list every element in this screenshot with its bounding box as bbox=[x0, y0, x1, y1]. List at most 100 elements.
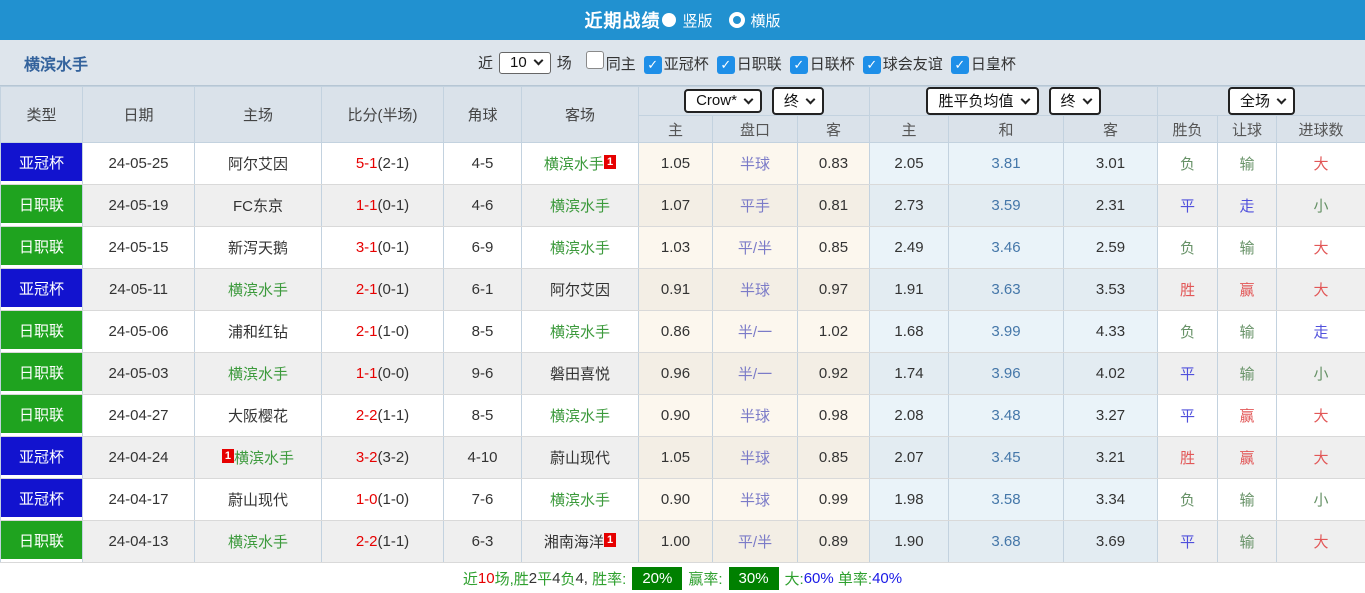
avg-odds-select[interactable]: 胜平负均值 bbox=[926, 87, 1038, 115]
handicap-line: 半/一 bbox=[713, 353, 798, 395]
period-select[interactable]: 全场 bbox=[1228, 87, 1295, 115]
checkbox-checked-日皇杯[interactable]: ✓ bbox=[951, 56, 969, 74]
avg-odds-select-value: 胜平负均值 bbox=[938, 90, 1013, 111]
home-team-cell: 蔚山现代 bbox=[195, 479, 322, 521]
checkbox-checked-球会友谊[interactable]: ✓ bbox=[863, 56, 881, 74]
sub-header-handicap-home: 主 bbox=[639, 116, 713, 143]
checkbox-unchecked-同主[interactable] bbox=[586, 51, 604, 69]
league-badge: 日职联 bbox=[1, 311, 82, 349]
period-select-value: 全场 bbox=[1240, 90, 1270, 111]
halftime-score: (0-1) bbox=[378, 239, 410, 256]
away-team-name: 磐田喜悦 bbox=[550, 366, 610, 383]
handicap-away-odds: 0.89 bbox=[798, 521, 870, 563]
league-filter-checkboxes: 同主✓亚冠杯✓日职联✓日联杯✓球会友谊✓日皇杯 bbox=[578, 51, 1016, 74]
handicap-line: 半球 bbox=[713, 437, 798, 479]
handicap-result: 输 bbox=[1218, 227, 1277, 269]
match-count-select[interactable]: 10 bbox=[499, 52, 551, 74]
avg-away-odds: 4.02 bbox=[1064, 353, 1158, 395]
summary-text: 4, bbox=[575, 570, 592, 587]
league-badge: 日职联 bbox=[1, 395, 82, 433]
fulltime-score: 1-1 bbox=[356, 197, 378, 214]
handicap-home-odds: 1.05 bbox=[639, 143, 713, 185]
home-team-cell: 大阪樱花 bbox=[195, 395, 322, 437]
avg-draw-odds: 3.59 bbox=[949, 185, 1064, 227]
away-team-cell: 横滨水手 bbox=[522, 479, 639, 521]
checkbox-checked-日联杯[interactable]: ✓ bbox=[790, 56, 808, 74]
score-cell: 2-1(0-1) bbox=[322, 269, 444, 311]
near-label: 近 bbox=[478, 52, 493, 73]
handicap-result: 走 bbox=[1218, 185, 1277, 227]
handicap-away-odds: 0.85 bbox=[798, 437, 870, 479]
radio-horizontal-layout[interactable]: 横版 bbox=[729, 10, 781, 31]
filter-label-日职联[interactable]: 日职联 bbox=[737, 56, 782, 73]
radio-filled-icon[interactable] bbox=[662, 13, 676, 27]
radio-vertical-label[interactable]: 竖版 bbox=[682, 10, 712, 31]
summary-bar: 近10场,胜2平4负4, 胜率:20%赢率:30%大:60% 单率:40% bbox=[0, 563, 1365, 593]
winloss-result: 平 bbox=[1158, 395, 1218, 437]
title-bar: 近期战绩 竖版 横版 bbox=[0, 0, 1365, 40]
radio-vertical-layout[interactable]: 竖版 bbox=[670, 10, 712, 31]
halftime-score: (1-0) bbox=[378, 323, 410, 340]
handicap-home-odds: 1.03 bbox=[639, 227, 713, 269]
filter-label-日皇杯[interactable]: 日皇杯 bbox=[971, 56, 1016, 73]
avg-home-odds: 1.98 bbox=[870, 479, 949, 521]
filter-label-日联杯[interactable]: 日联杯 bbox=[810, 56, 855, 73]
away-team-cell: 横滨水手 bbox=[522, 395, 639, 437]
fulltime-score: 2-2 bbox=[356, 407, 378, 424]
bookmaker-select[interactable]: Crow* bbox=[684, 89, 762, 113]
summary-text: 40% bbox=[872, 570, 902, 587]
filter-label-球会友谊[interactable]: 球会友谊 bbox=[883, 56, 943, 73]
winloss-result: 负 bbox=[1158, 227, 1218, 269]
radio-ring-icon[interactable] bbox=[729, 12, 745, 28]
avg-away-odds: 3.01 bbox=[1064, 143, 1158, 185]
corners-cell: 6-9 bbox=[444, 227, 522, 269]
avg-draw-odds: 3.58 bbox=[949, 479, 1064, 521]
filter-bar: 横滨水手 近 10 场 同主✓亚冠杯✓日职联✓日联杯✓球会友谊✓日皇杯 bbox=[0, 40, 1365, 86]
red-card-badge: 1 bbox=[604, 533, 616, 547]
away-team-name: 蔚山现代 bbox=[550, 450, 610, 467]
league-type-cell: 日职联 bbox=[1, 521, 83, 563]
chevron-down-icon bbox=[1082, 94, 1092, 104]
avg-away-odds: 4.33 bbox=[1064, 311, 1158, 353]
home-team-cell: FC东京 bbox=[195, 185, 322, 227]
avg-home-odds: 2.08 bbox=[870, 395, 949, 437]
corners-cell: 4-10 bbox=[444, 437, 522, 479]
avg-time-select[interactable]: 终 bbox=[1049, 87, 1101, 115]
radio-horizontal-label[interactable]: 横版 bbox=[751, 10, 781, 31]
corners-cell: 9-6 bbox=[444, 353, 522, 395]
handicap-line: 半球 bbox=[713, 269, 798, 311]
summary-text: 平 bbox=[537, 568, 552, 589]
avg-draw-odds: 3.96 bbox=[949, 353, 1064, 395]
league-badge: 亚冠杯 bbox=[1, 143, 82, 181]
handicap-result: 输 bbox=[1218, 143, 1277, 185]
home-team-name: FC东京 bbox=[233, 198, 283, 215]
filters: 近 10 场 同主✓亚冠杯✓日职联✓日联杯✓球会友谊✓日皇杯 bbox=[478, 51, 1016, 74]
summary-text: 负 bbox=[560, 568, 575, 589]
away-team-cell: 阿尔艾因 bbox=[522, 269, 639, 311]
home-team-cell: 浦和红钻 bbox=[195, 311, 322, 353]
handicap-away-odds: 0.97 bbox=[798, 269, 870, 311]
match-row: 亚冠杯24-05-25阿尔艾因5-1(2-1)4-5横滨水手11.05半球0.8… bbox=[1, 143, 1365, 185]
avg-draw-odds: 3.81 bbox=[949, 143, 1064, 185]
checkbox-checked-日职联[interactable]: ✓ bbox=[717, 56, 735, 74]
checkbox-checked-亚冠杯[interactable]: ✓ bbox=[644, 56, 662, 74]
match-row: 日职联24-05-19FC东京1-1(0-1)4-6横滨水手1.07平手0.81… bbox=[1, 185, 1365, 227]
chevron-down-icon bbox=[533, 56, 543, 66]
goals-result: 小 bbox=[1277, 353, 1365, 395]
sub-header-handicap-result: 让球 bbox=[1218, 116, 1277, 143]
matches-label: 场 bbox=[557, 52, 572, 73]
league-badge: 日职联 bbox=[1, 521, 82, 559]
handicap-home-odds: 1.05 bbox=[639, 437, 713, 479]
away-team-cell: 磐田喜悦 bbox=[522, 353, 639, 395]
filter-label-同主[interactable]: 同主 bbox=[606, 56, 636, 73]
handicap-away-odds: 0.98 bbox=[798, 395, 870, 437]
handicap-time-select[interactable]: 终 bbox=[772, 87, 824, 115]
date-cell: 24-05-03 bbox=[83, 353, 195, 395]
date-cell: 24-04-13 bbox=[83, 521, 195, 563]
avg-home-odds: 2.07 bbox=[870, 437, 949, 479]
home-team-cell: 横滨水手 bbox=[195, 269, 322, 311]
away-team-name: 横滨水手 bbox=[550, 198, 610, 215]
filter-label-亚冠杯[interactable]: 亚冠杯 bbox=[664, 56, 709, 73]
away-team-cell: 横滨水手 bbox=[522, 227, 639, 269]
col-header-away: 客场 bbox=[522, 87, 639, 143]
